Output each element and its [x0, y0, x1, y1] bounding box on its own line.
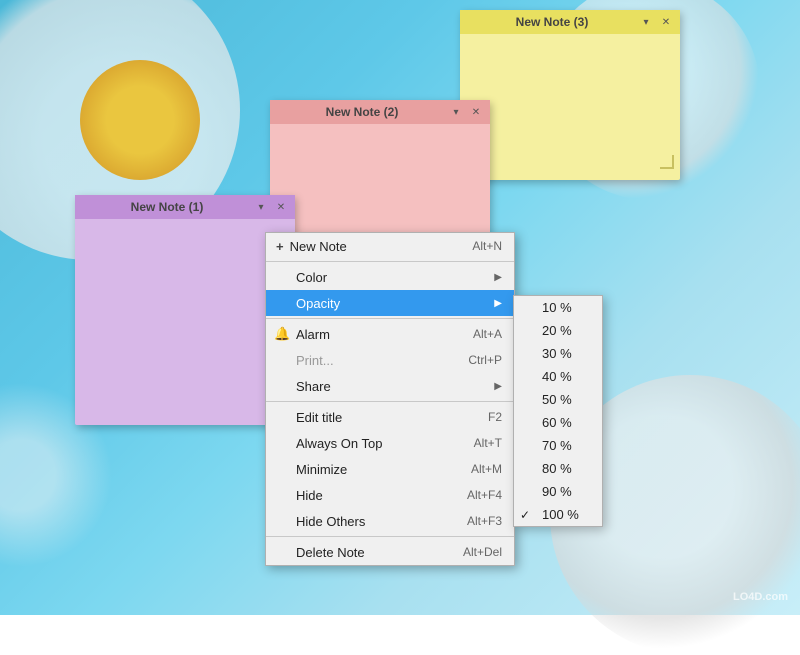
menu-item-label-edit-title: Edit title — [296, 410, 488, 425]
opacity-label-20: 20 % — [542, 323, 572, 338]
note-2-titlebar: New Note (2) ▾ ✕ — [270, 100, 490, 124]
note-3-title: New Note (3) — [466, 15, 638, 29]
menu-item-arrow-opacity: ▶ — [494, 298, 502, 309]
menu-item-label-print: Print... — [296, 353, 468, 368]
menu-item-print: Print...Ctrl+P — [266, 347, 514, 373]
menu-item-shortcut-always-on-top: Alt+T — [474, 436, 502, 450]
note-1-close-btn[interactable]: ✕ — [273, 199, 289, 215]
menu-item-share[interactable]: Share ▶ — [266, 373, 514, 399]
opacity-label-50: 50 % — [542, 392, 572, 407]
menu-item-shortcut-print: Ctrl+P — [468, 353, 502, 367]
menu-item-shortcut-hide-others: Alt+F3 — [467, 514, 502, 528]
opacity-label-80: 80 % — [542, 461, 572, 476]
menu-item-shortcut-new-note: Alt+N — [472, 239, 502, 253]
opacity-label-10: 10 % — [542, 300, 572, 315]
menu-item-arrow-color: ▶ — [494, 272, 502, 283]
menu-item-label-share: Share — [296, 379, 494, 394]
note-3-controls: ▾ ✕ — [638, 14, 674, 30]
opacity-label-90: 90 % — [542, 484, 572, 499]
flower-center-tl — [80, 60, 200, 180]
menu-item-shortcut-minimize: Alt+M — [471, 462, 502, 476]
menu-item-label-color: Color — [296, 270, 494, 285]
menu-item-edit-title[interactable]: Edit titleF2 — [266, 404, 514, 430]
note-3-resize-handle — [660, 155, 674, 169]
note-2-close-btn[interactable]: ✕ — [468, 104, 484, 120]
menu-item-shortcut-hide: Alt+F4 — [467, 488, 502, 502]
menu-item-label-new-note: New Note — [290, 239, 473, 254]
menu-item-label-hide: Hide — [296, 488, 467, 503]
alarm-icon: 🔔 — [274, 326, 290, 342]
menu-item-shortcut-edit-title: F2 — [488, 410, 502, 424]
menu-separator — [266, 401, 514, 402]
note-1-controls: ▾ ✕ — [253, 199, 289, 215]
note-1: New Note (1) ▾ ✕ — [75, 195, 295, 425]
opacity-submenu: 10 % 20 % 30 % 40 % 50 % 60 % 70 % 80 % 90 % ✓ 100… — [513, 295, 603, 527]
menu-item-arrow-share: ▶ — [494, 381, 502, 392]
menu-item-always-on-top[interactable]: Always On TopAlt+T — [266, 430, 514, 456]
note-2-controls: ▾ ✕ — [448, 104, 484, 120]
opacity-item-40[interactable]: 40 % — [514, 365, 602, 388]
note-1-titlebar: New Note (1) ▾ ✕ — [75, 195, 295, 219]
opacity-item-60[interactable]: 60 % — [514, 411, 602, 434]
opacity-label-70: 70 % — [542, 438, 572, 453]
menu-item-label-alarm: Alarm — [296, 327, 473, 342]
plus-icon: + — [276, 239, 284, 254]
opacity-item-20[interactable]: 20 % — [514, 319, 602, 342]
menu-item-color[interactable]: Color ▶ — [266, 264, 514, 290]
menu-separator — [266, 261, 514, 262]
menu-item-minimize[interactable]: MinimizeAlt+M — [266, 456, 514, 482]
menu-item-shortcut-alarm: Alt+A — [473, 327, 502, 341]
note-2-minimize-btn[interactable]: ▾ — [448, 104, 464, 120]
opacity-label-60: 60 % — [542, 415, 572, 430]
note-3-titlebar: New Note (3) ▾ ✕ — [460, 10, 680, 34]
menu-item-hide-others[interactable]: Hide OthersAlt+F3 — [266, 508, 514, 534]
opacity-label-30: 30 % — [542, 346, 572, 361]
menu-item-delete-note[interactable]: Delete NoteAlt+Del — [266, 539, 514, 565]
watermark: LO4D.com — [733, 591, 788, 603]
note-1-minimize-btn[interactable]: ▾ — [253, 199, 269, 215]
menu-item-label-minimize: Minimize — [296, 462, 471, 477]
menu-item-hide[interactable]: HideAlt+F4 — [266, 482, 514, 508]
note-2-title: New Note (2) — [276, 105, 448, 119]
note-3-close-btn[interactable]: ✕ — [658, 14, 674, 30]
note-2: New Note (2) ▾ ✕ — [270, 100, 490, 250]
menu-item-label-hide-others: Hide Others — [296, 514, 467, 529]
menu-item-shortcut-delete-note: Alt+Del — [463, 545, 502, 559]
menu-separator — [266, 536, 514, 537]
menu-item-label-always-on-top: Always On Top — [296, 436, 474, 451]
menu-item-label-opacity: Opacity — [296, 296, 494, 311]
opacity-item-70[interactable]: 70 % — [514, 434, 602, 457]
note-1-title: New Note (1) — [81, 200, 253, 214]
opacity-label-40: 40 % — [542, 369, 572, 384]
menu-separator — [266, 318, 514, 319]
checkmark-icon: ✓ — [520, 508, 530, 522]
menu-item-opacity[interactable]: Opacity ▶ — [266, 290, 514, 316]
opacity-item-100[interactable]: ✓ 100 % — [514, 503, 602, 526]
context-menu: +New NoteAlt+NColor ▶Opacity ▶🔔AlarmAlt+… — [265, 232, 515, 566]
menu-item-alarm[interactable]: 🔔 AlarmAlt+A — [266, 321, 514, 347]
opacity-item-50[interactable]: 50 % — [514, 388, 602, 411]
menu-item-label-delete-note: Delete Note — [296, 545, 463, 560]
opacity-item-30[interactable]: 30 % — [514, 342, 602, 365]
opacity-item-10[interactable]: 10 % — [514, 296, 602, 319]
note-3-minimize-btn[interactable]: ▾ — [638, 14, 654, 30]
opacity-item-90[interactable]: 90 % — [514, 480, 602, 503]
note-3: New Note (3) ▾ ✕ — [460, 10, 680, 180]
opacity-label-100: 100 % — [542, 507, 579, 522]
menu-item-new-note[interactable]: + New NoteAlt+N — [266, 233, 514, 259]
opacity-item-80[interactable]: 80 % — [514, 457, 602, 480]
